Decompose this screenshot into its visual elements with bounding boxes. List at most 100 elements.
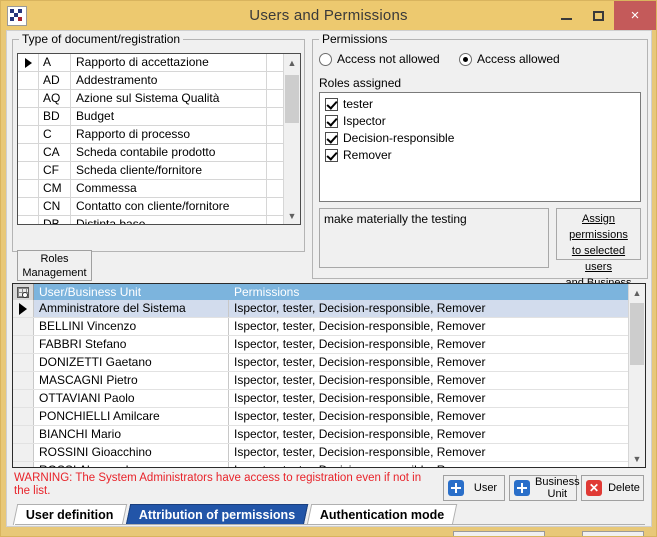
row-selector[interactable]	[18, 144, 39, 161]
document-type-code: CM	[39, 180, 71, 197]
row-selector[interactable]	[18, 198, 39, 215]
table-row[interactable]: DONIZETTI Gaetano Ispector, tester, Decis…	[13, 354, 628, 372]
role-checkbox-item[interactable]: Remover	[325, 147, 640, 163]
checkbox-icon[interactable]	[325, 114, 338, 128]
tab-authentication-mode[interactable]: Authentication mode	[306, 504, 458, 525]
cell-user: OTTAVIANI Paolo	[34, 390, 229, 407]
role-checkbox-item[interactable]: tester	[325, 96, 640, 112]
table-row[interactable]: ROSSINI Gioacchino Ispector, tester, Deci…	[13, 444, 628, 462]
checkbox-icon[interactable]	[325, 148, 338, 162]
minimize-button[interactable]	[550, 1, 582, 30]
table-row[interactable]: BELLINI Vincenzo Ispector, tester, Decisi…	[13, 318, 628, 336]
document-type-row[interactable]: C Rapporto di processo	[18, 126, 283, 144]
document-type-code: CA	[39, 144, 71, 161]
row-selector[interactable]	[13, 462, 34, 467]
row-selector[interactable]	[18, 162, 39, 179]
document-type-row[interactable]: CN Contatto con cliente/fornitore	[18, 198, 283, 216]
role-checkbox-item[interactable]: Ispector	[325, 113, 640, 129]
document-type-row[interactable]: BD Budget	[18, 108, 283, 126]
scroll-up-icon[interactable]: ▲	[284, 54, 300, 71]
users-grid[interactable]: User/Business Unit Permissions Amministr…	[12, 283, 646, 468]
document-type-list[interactable]: A Rapporto di accettazione AD Addestramento…	[17, 53, 301, 225]
grid-scroll-thumb[interactable]	[630, 303, 644, 365]
table-row[interactable]: PONCHIELLI Amilcare Ispector, tester, Dec…	[13, 408, 628, 426]
cell-permissions: Ispector, tester, Decision-responsible, …	[234, 409, 486, 423]
radio-allowed-icon[interactable]	[459, 52, 472, 66]
checkbox-icon[interactable]	[325, 131, 338, 145]
close-icon[interactable]: ×	[614, 1, 656, 30]
column-header-user[interactable]: User/Business Unit	[34, 285, 229, 299]
table-row[interactable]: OTTAVIANI Paolo Ispector, tester, Decisio…	[13, 390, 628, 408]
document-type-row[interactable]: CA Scheda contabile prodotto	[18, 144, 283, 162]
document-type-row[interactable]: AQ Azione sul Sistema Qualità	[18, 90, 283, 108]
checkbox-icon[interactable]	[325, 97, 338, 111]
grid-scroll-up-icon[interactable]: ▲	[629, 284, 645, 301]
scroll-track[interactable]	[284, 71, 300, 207]
row-selector[interactable]	[18, 216, 39, 224]
row-selector[interactable]	[13, 372, 34, 389]
document-type-row[interactable]: DB Distinta base	[18, 216, 283, 224]
add-business-unit-button[interactable]: Business Unit	[509, 475, 580, 501]
cell-permissions: Ispector, tester, Decision-responsible, …	[234, 391, 486, 405]
scroll-down-icon[interactable]: ▼	[284, 207, 300, 224]
role-checkbox-item[interactable]: Decision-responsible	[325, 130, 640, 146]
cell-user: ROSSI Alessandro	[34, 462, 229, 467]
row-selector[interactable]	[13, 426, 34, 443]
tab-user-definition[interactable]: User definition	[12, 504, 127, 525]
radio-access-allowed[interactable]: Access allowed	[459, 52, 560, 66]
role-label: Decision-responsible	[343, 131, 455, 145]
grid-scroll-track[interactable]	[629, 301, 645, 450]
roles-assigned-list[interactable]: tester Ispector Decision-responsible Remov…	[319, 92, 641, 202]
table-row[interactable]: BIANCHI Mario Ispector, tester, Decision-…	[13, 426, 628, 444]
row-selector[interactable]	[18, 72, 39, 89]
document-type-row[interactable]: A Rapporto di accettazione	[18, 54, 283, 72]
row-selector[interactable]	[13, 354, 34, 371]
roles-management-label-line2: Management	[22, 267, 87, 279]
row-selector[interactable]	[13, 300, 34, 317]
role-label: Remover	[343, 148, 392, 162]
row-selector[interactable]	[18, 54, 39, 71]
add-user-button[interactable]: User	[443, 475, 505, 501]
delete-button[interactable]: ✕ Delete	[581, 475, 644, 501]
document-type-scrollbar[interactable]: ▲ ▼	[283, 54, 300, 224]
add-user-label: User	[473, 482, 498, 494]
grid-scroll-down-icon[interactable]: ▼	[629, 450, 645, 467]
scroll-thumb[interactable]	[285, 75, 299, 123]
maximize-button[interactable]	[582, 1, 614, 30]
radio-not-allowed-icon[interactable]	[319, 52, 332, 66]
row-selector[interactable]	[13, 318, 34, 335]
roles-management-tab[interactable]: Roles Management	[17, 250, 92, 281]
column-header-permissions[interactable]: Permissions	[229, 285, 628, 299]
warning-text: WARNING: The System Administrators have …	[14, 472, 422, 497]
row-selector[interactable]	[13, 336, 34, 353]
cell-permissions: Ispector, tester, Decision-responsible, …	[234, 445, 486, 459]
row-selector[interactable]	[18, 90, 39, 107]
row-selector[interactable]	[13, 444, 34, 461]
table-row[interactable]: Amministratore del Sistema Ispector, test…	[13, 300, 628, 318]
row-selector[interactable]	[18, 180, 39, 197]
document-type-code: C	[39, 126, 71, 143]
row-selector[interactable]	[13, 390, 34, 407]
assign-line-1: Assign permissions	[569, 213, 628, 241]
cell-user: ROSSINI Gioacchino	[34, 444, 229, 461]
cell-permissions: Ispector, tester, Decision-responsible, …	[234, 301, 486, 315]
tab-attribution-of-permissions[interactable]: Attribution of permissions	[125, 504, 308, 525]
row-selector[interactable]	[18, 126, 39, 143]
assign-permissions-button[interactable]: Assign permissions to selected users and…	[556, 208, 641, 305]
table-row[interactable]: FABBRI Stefano Ispector, tester, Decision…	[13, 336, 628, 354]
row-selector[interactable]	[18, 108, 39, 125]
document-type-row[interactable]: CM Commessa	[18, 180, 283, 198]
role-label: tester	[343, 97, 374, 111]
row-selector[interactable]	[13, 408, 34, 425]
table-row[interactable]: ROSSI AlessandroIspector, tester, Decisi…	[13, 462, 628, 467]
document-type-row[interactable]: CF Scheda cliente/fornitore	[18, 162, 283, 180]
print-button[interactable]: Print	[453, 531, 545, 536]
grid-select-all-icon[interactable]	[13, 284, 34, 300]
table-row[interactable]: MASCAGNI Pietro Ispector, tester, Decisio…	[13, 372, 628, 390]
document-type-row[interactable]: AD Addestramento	[18, 72, 283, 90]
exit-button[interactable]: Exit	[582, 531, 644, 536]
users-grid-body: User/Business Unit Permissions Amministr…	[13, 284, 628, 467]
role-description-field[interactable]: make materially the testing	[319, 208, 549, 268]
users-grid-scrollbar[interactable]: ▲ ▼	[628, 284, 645, 467]
radio-access-not-allowed[interactable]: Access not allowed	[319, 52, 440, 66]
